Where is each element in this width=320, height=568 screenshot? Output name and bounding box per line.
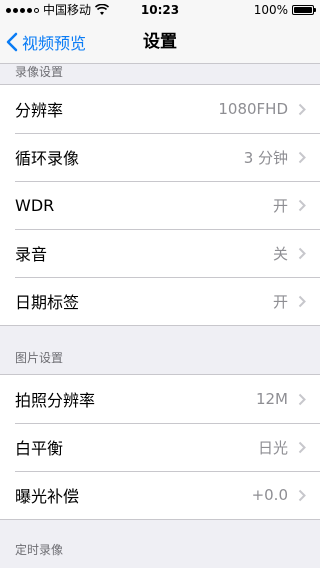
status-right: 100%	[253, 0, 316, 20]
chevron-right-icon	[298, 103, 306, 115]
photo-settings-group: 拍照分辨率 12M 白平衡 日光 曝光补偿 +0.0	[0, 374, 320, 520]
setting-label: 白平衡	[15, 439, 64, 458]
setting-row-white-balance[interactable]: 白平衡 日光	[0, 423, 320, 471]
battery-percentage: 100%	[253, 3, 288, 17]
section-header-recording: 录像设置	[15, 65, 64, 79]
setting-label: 循环录像	[15, 149, 80, 168]
setting-value: 3 分钟	[243, 148, 288, 167]
chevron-right-icon	[298, 489, 306, 501]
navigation-bar: 视频预览 设置	[0, 20, 320, 64]
page-title: 设置	[143, 32, 177, 52]
setting-label: 日期标签	[15, 293, 80, 312]
setting-value: 开	[272, 292, 288, 311]
setting-label: WDR	[15, 195, 55, 215]
chevron-right-icon	[298, 247, 306, 259]
setting-value: 开	[272, 196, 288, 215]
battery-icon	[292, 5, 316, 15]
setting-label: 拍照分辨率	[15, 391, 96, 410]
chevron-right-icon	[298, 441, 306, 453]
setting-value: 12M	[255, 390, 288, 408]
setting-row-wdr[interactable]: WDR 开	[0, 181, 320, 229]
setting-value: 日光	[257, 438, 288, 457]
setting-value: 1080FHD	[218, 100, 288, 118]
setting-row-date-stamp[interactable]: 日期标签 开	[0, 277, 320, 325]
setting-value: 关	[272, 244, 288, 263]
setting-row-photo-resolution[interactable]: 拍照分辨率 12M	[0, 375, 320, 423]
chevron-right-icon	[298, 295, 306, 307]
setting-label: 录音	[15, 245, 48, 264]
setting-row-loop-recording[interactable]: 循环录像 3 分钟	[0, 133, 320, 181]
chevron-right-icon	[298, 199, 306, 211]
setting-label: 曝光补偿	[15, 487, 80, 506]
setting-value: +0.0	[251, 486, 288, 504]
section-header-photo: 图片设置	[15, 351, 64, 365]
setting-row-audio-recording[interactable]: 录音 关	[0, 229, 320, 277]
recording-settings-group: 分辨率 1080FHD 循环录像 3 分钟 WDR 开 录音 关 日期标签 开	[0, 84, 320, 326]
section-header-timed-recording: 定时录像	[15, 543, 64, 557]
chevron-right-icon	[298, 151, 306, 163]
status-bar: 中国移动 10:23 100%	[0, 0, 320, 20]
setting-row-exposure-compensation[interactable]: 曝光补偿 +0.0	[0, 471, 320, 519]
setting-row-resolution[interactable]: 分辨率 1080FHD	[0, 85, 320, 133]
chevron-right-icon	[298, 393, 306, 405]
setting-label: 分辨率	[15, 101, 64, 120]
